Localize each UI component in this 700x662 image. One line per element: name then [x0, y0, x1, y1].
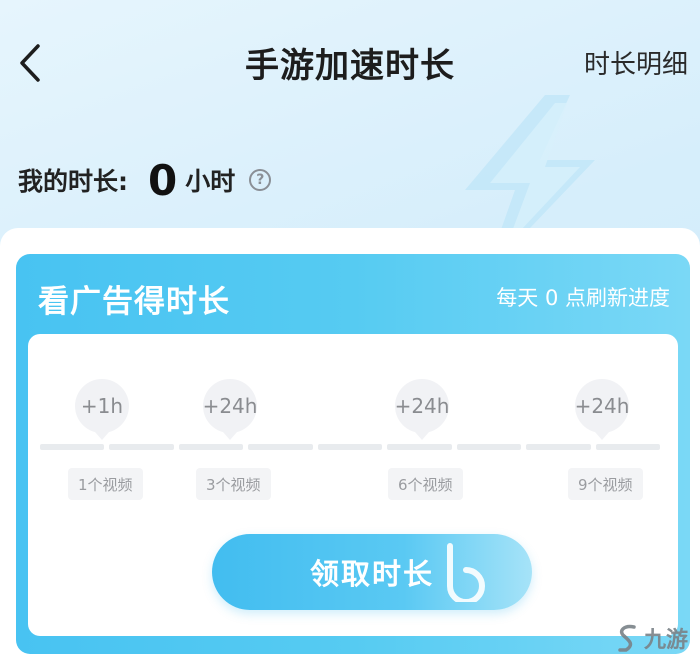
progress-segment [248, 444, 313, 450]
milestone-reward: +24h [575, 379, 629, 433]
progress-segment [595, 444, 660, 450]
milestone-reward: +1h [75, 379, 129, 433]
help-icon[interactable]: ? [249, 169, 272, 191]
progress-segment [178, 444, 244, 450]
progress-panel: +1h +24h +24h +24h 1个视频 3个视频 6个视频 9个视频 领… [28, 334, 678, 636]
card-title: 看广告得时长 [38, 284, 230, 320]
duration-detail-link[interactable]: 时长明细 [584, 44, 688, 81]
claim-duration-button[interactable]: 领取时长 [212, 534, 532, 610]
milestone-reward: +24h [395, 379, 449, 433]
progress-segment [526, 444, 591, 450]
my-duration: 我的时长: 0 小时 ? [18, 152, 272, 208]
milestone-videos: 6个视频 [388, 468, 463, 500]
progress-segment [109, 444, 174, 450]
milestone-reward: +24h [203, 379, 257, 433]
top-bar: 手游加速时长 时长明细 [0, 0, 700, 120]
progress-segment [40, 444, 105, 450]
milestone-videos: 3个视频 [196, 468, 271, 500]
watermark: 九游 [614, 622, 688, 654]
progress-segment [387, 444, 452, 450]
milestone-videos: 9个视频 [568, 468, 643, 500]
refresh-note: 每天 0 点刷新进度 [496, 286, 670, 310]
s-logo-icon [618, 624, 636, 652]
my-duration-unit: 小时 [185, 167, 236, 196]
progress-track [40, 444, 660, 450]
watermark-text: 九游 [643, 628, 688, 653]
my-duration-label: 我的时长: [18, 167, 128, 196]
ad-reward-card: 看广告得时长 每天 0 点刷新进度 +1h +24h +24h +24h 1个视… [16, 254, 690, 654]
progress-segment [317, 444, 383, 450]
my-duration-value: 0 [148, 155, 178, 205]
milestone-videos: 1个视频 [68, 468, 143, 500]
progress-segment [456, 444, 522, 450]
